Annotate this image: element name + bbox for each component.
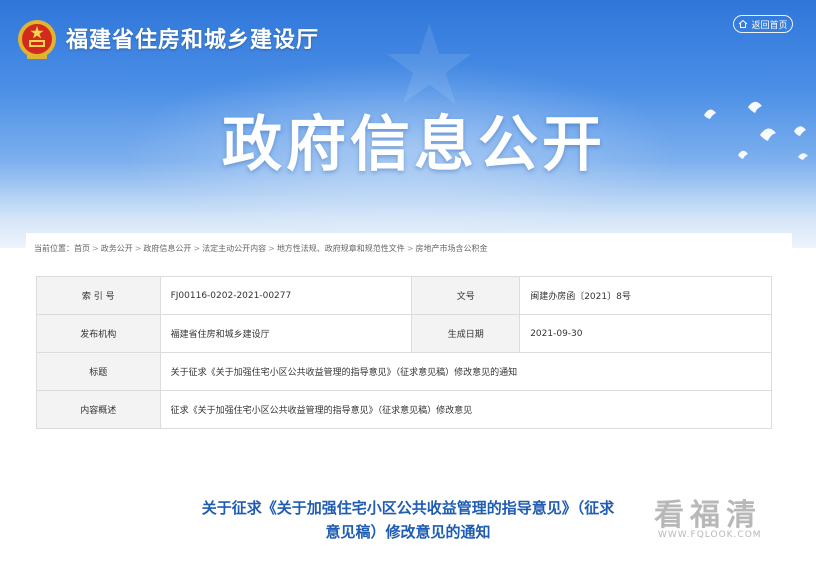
watermark-text: 看福清 <box>654 498 762 533</box>
docno-label: 文号 <box>411 276 521 315</box>
breadcrumb-separator: > <box>406 244 414 253</box>
national-emblem-icon <box>18 20 56 59</box>
title-label: 标题 <box>36 352 161 391</box>
issuer-value: 福建省住房和城乡建设厅 <box>159 314 413 353</box>
summary-value: 征求《关于加强住宅小区公共收益管理的指导意见》（征求意见稿）修改意见 <box>159 390 773 429</box>
breadcrumb-item-real-estate[interactable]: 房地产市场含公积金 <box>416 244 488 253</box>
breadcrumb-separator: > <box>193 244 201 253</box>
doves-decoration-icon <box>704 101 808 160</box>
site-title[interactable]: 福建省住房和城乡建设厅 <box>66 22 319 54</box>
breadcrumb-separator: > <box>134 244 142 253</box>
issuer-label: 发布机构 <box>36 314 161 353</box>
breadcrumb-item-info-disclosure[interactable]: 政府信息公开 <box>143 244 191 253</box>
watermark-url: WWW.FQLOOK.COM <box>658 530 762 540</box>
breadcrumb-separator: > <box>92 244 99 253</box>
index-label: 索 引 号 <box>36 276 161 315</box>
index-value: FJ00116-0202-2021-00277 <box>159 276 413 315</box>
breadcrumb-prefix: 当前位置： <box>34 244 74 253</box>
summary-label: 内容概述 <box>36 390 161 429</box>
header-banner: ★ 福建省住房和城乡建设厅 返回首页 政府信息公开 <box>0 0 816 248</box>
breadcrumb-item-affairs[interactable]: 政务公开 <box>101 244 133 253</box>
breadcrumb-item-regulations[interactable]: 地方性法规、政府规章和规范性文件 <box>277 244 405 253</box>
table-row: 标题 关于征求《关于加强住宅小区公共收益管理的指导意见》（征求意见稿）修改意见的… <box>36 352 773 391</box>
breadcrumb-separator: > <box>268 244 275 253</box>
watermark: 看福清 WWW.FQLOOK.COM <box>650 490 800 550</box>
breadcrumb-item-home[interactable]: 首页 <box>74 244 90 253</box>
back-home-label: 返回首页 <box>751 20 788 31</box>
banner-title: 政府信息公开 <box>222 110 606 180</box>
title-value: 关于征求《关于加强住宅小区公共收益管理的指导意见》（征求意见稿）修改意见的通知 <box>159 352 773 391</box>
breadcrumb: 当前位置：首页 > 政务公开 > 政府信息公开 > 法定主动公开内容 > 地方性法规、政府规章和… <box>34 243 488 254</box>
breadcrumb-item-statutory[interactable]: 法定主动公开内容 <box>202 244 266 253</box>
date-label: 生成日期 <box>411 314 521 353</box>
document-meta-table: 索 引 号 FJ00116-0202-2021-00277 文号 闽建办房函〔2… <box>36 276 773 429</box>
home-icon <box>739 19 748 28</box>
table-row: 发布机构 福建省住房和城乡建设厅 生成日期 2021-09-30 <box>36 314 772 353</box>
back-home-button[interactable]: 返回首页 <box>733 15 793 33</box>
table-row: 索 引 号 FJ00116-0202-2021-00277 文号 闽建办房函〔2… <box>36 276 772 315</box>
date-value: 2021-09-30 <box>519 314 772 353</box>
docno-value: 闽建办房函〔2021〕8号 <box>519 276 772 315</box>
table-row: 内容概述 征求《关于加强住宅小区公共收益管理的指导意见》（征求意见稿）修改意见 <box>36 390 773 429</box>
